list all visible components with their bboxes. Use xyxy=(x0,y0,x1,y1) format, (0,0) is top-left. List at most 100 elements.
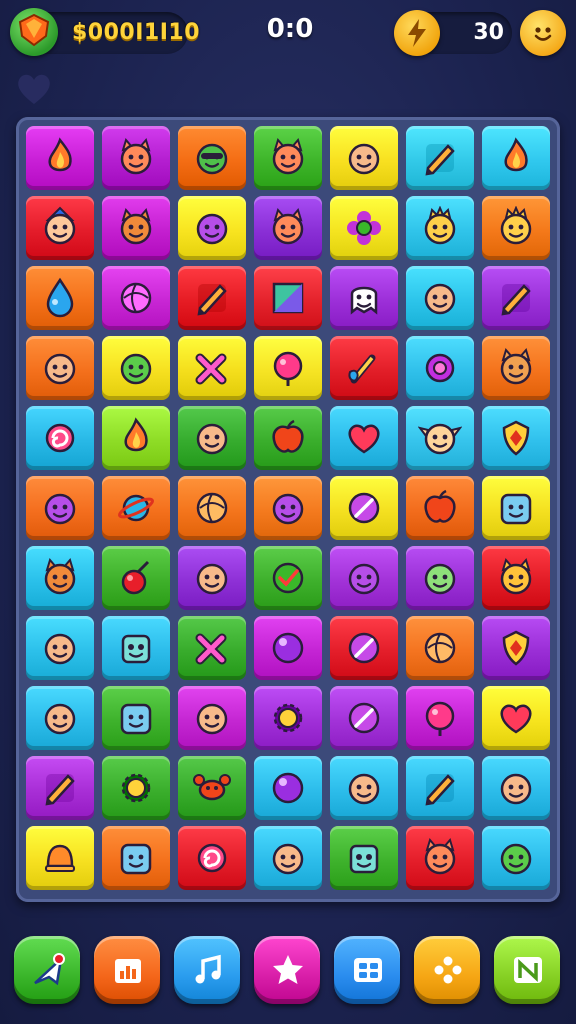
game-tile[interactable] xyxy=(254,756,322,820)
game-tile[interactable] xyxy=(406,616,474,680)
moves-count: 30 xyxy=(473,20,504,45)
game-tile[interactable] xyxy=(26,476,94,540)
menu-button[interactable] xyxy=(334,936,400,1004)
game-tile[interactable] xyxy=(330,126,398,190)
game-tile[interactable] xyxy=(178,196,246,260)
game-tile[interactable] xyxy=(330,756,398,820)
game-tile[interactable] xyxy=(482,266,550,330)
game-tile[interactable] xyxy=(482,686,550,750)
smiley-icon[interactable] xyxy=(520,10,566,56)
elf-icon xyxy=(418,423,462,455)
game-tile[interactable] xyxy=(26,616,94,680)
game-tile[interactable] xyxy=(102,826,170,890)
game-tile[interactable] xyxy=(254,616,322,680)
game-tile[interactable] xyxy=(254,686,322,750)
game-tile[interactable] xyxy=(178,126,246,190)
game-tile[interactable] xyxy=(178,826,246,890)
game-tile[interactable] xyxy=(406,756,474,820)
game-tile[interactable] xyxy=(330,476,398,540)
game-tile[interactable] xyxy=(254,196,322,260)
game-tile[interactable] xyxy=(330,826,398,890)
game-tile[interactable] xyxy=(482,476,550,540)
game-tile[interactable] xyxy=(482,406,550,470)
game-tile[interactable] xyxy=(254,546,322,610)
game-tile[interactable] xyxy=(178,756,246,820)
face-icon xyxy=(196,703,228,735)
game-tile[interactable] xyxy=(406,336,474,400)
ring-icon xyxy=(425,353,455,383)
game-tile[interactable] xyxy=(102,336,170,400)
game-tile[interactable] xyxy=(482,196,550,260)
game-tile[interactable] xyxy=(102,266,170,330)
game-tile[interactable] xyxy=(178,476,246,540)
game-tile[interactable] xyxy=(26,686,94,750)
coin-amount: $000I1I10 xyxy=(72,20,201,45)
face-icon xyxy=(196,423,228,455)
game-tile[interactable] xyxy=(406,546,474,610)
game-tile[interactable] xyxy=(406,126,474,190)
game-tile[interactable] xyxy=(178,406,246,470)
face-icon xyxy=(44,703,76,735)
game-tile[interactable] xyxy=(254,336,322,400)
game-tile[interactable] xyxy=(102,686,170,750)
game-tile[interactable] xyxy=(254,476,322,540)
game-tile[interactable] xyxy=(178,336,246,400)
coin-counter[interactable]: $000I1I10 xyxy=(10,8,200,56)
game-tile[interactable] xyxy=(102,546,170,610)
top-hud: $000I1I10 0:0 30 xyxy=(0,0,576,70)
game-tile[interactable] xyxy=(102,406,170,470)
map-button[interactable] xyxy=(494,936,560,1004)
game-tile[interactable] xyxy=(26,266,94,330)
ball-icon xyxy=(120,282,152,314)
game-tile[interactable] xyxy=(406,686,474,750)
cube-icon xyxy=(500,493,532,525)
game-tile[interactable] xyxy=(330,266,398,330)
game-button[interactable] xyxy=(414,936,480,1004)
check-icon xyxy=(272,562,304,594)
stats-button[interactable] xyxy=(94,936,160,1004)
game-tile[interactable] xyxy=(254,126,322,190)
game-tile[interactable] xyxy=(330,686,398,750)
game-tile[interactable] xyxy=(330,546,398,610)
game-tile[interactable] xyxy=(102,616,170,680)
game-tile[interactable] xyxy=(178,616,246,680)
game-tile[interactable] xyxy=(254,826,322,890)
game-tile[interactable] xyxy=(330,196,398,260)
game-tile[interactable] xyxy=(26,756,94,820)
gear-icon xyxy=(121,773,151,803)
game-tile[interactable] xyxy=(102,126,170,190)
game-tile[interactable] xyxy=(26,196,94,260)
game-tile[interactable] xyxy=(482,336,550,400)
game-tile[interactable] xyxy=(26,126,94,190)
game-tile[interactable] xyxy=(102,756,170,820)
star-icon xyxy=(273,955,303,984)
send-button[interactable] xyxy=(14,936,80,1004)
game-tile[interactable] xyxy=(406,476,474,540)
game-tile[interactable] xyxy=(482,546,550,610)
game-tile[interactable] xyxy=(482,826,550,890)
game-tile[interactable] xyxy=(482,126,550,190)
music-button[interactable] xyxy=(174,936,240,1004)
game-tile[interactable] xyxy=(406,266,474,330)
game-tile[interactable] xyxy=(254,406,322,470)
star-button[interactable] xyxy=(254,936,320,1004)
game-tile[interactable] xyxy=(482,756,550,820)
game-tile[interactable] xyxy=(178,266,246,330)
game-tile[interactable] xyxy=(406,406,474,470)
game-tile[interactable] xyxy=(26,406,94,470)
game-tile[interactable] xyxy=(406,196,474,260)
game-tile[interactable] xyxy=(406,826,474,890)
game-tile[interactable] xyxy=(178,686,246,750)
game-tile[interactable] xyxy=(254,266,322,330)
game-tile[interactable] xyxy=(26,826,94,890)
game-tile[interactable] xyxy=(330,406,398,470)
game-tile[interactable] xyxy=(26,546,94,610)
gamepad-icon xyxy=(434,956,462,984)
game-tile[interactable] xyxy=(330,336,398,400)
game-tile[interactable] xyxy=(178,546,246,610)
game-tile[interactable] xyxy=(482,616,550,680)
game-tile[interactable] xyxy=(330,616,398,680)
game-tile[interactable] xyxy=(26,336,94,400)
game-tile[interactable] xyxy=(102,196,170,260)
game-tile[interactable] xyxy=(102,476,170,540)
